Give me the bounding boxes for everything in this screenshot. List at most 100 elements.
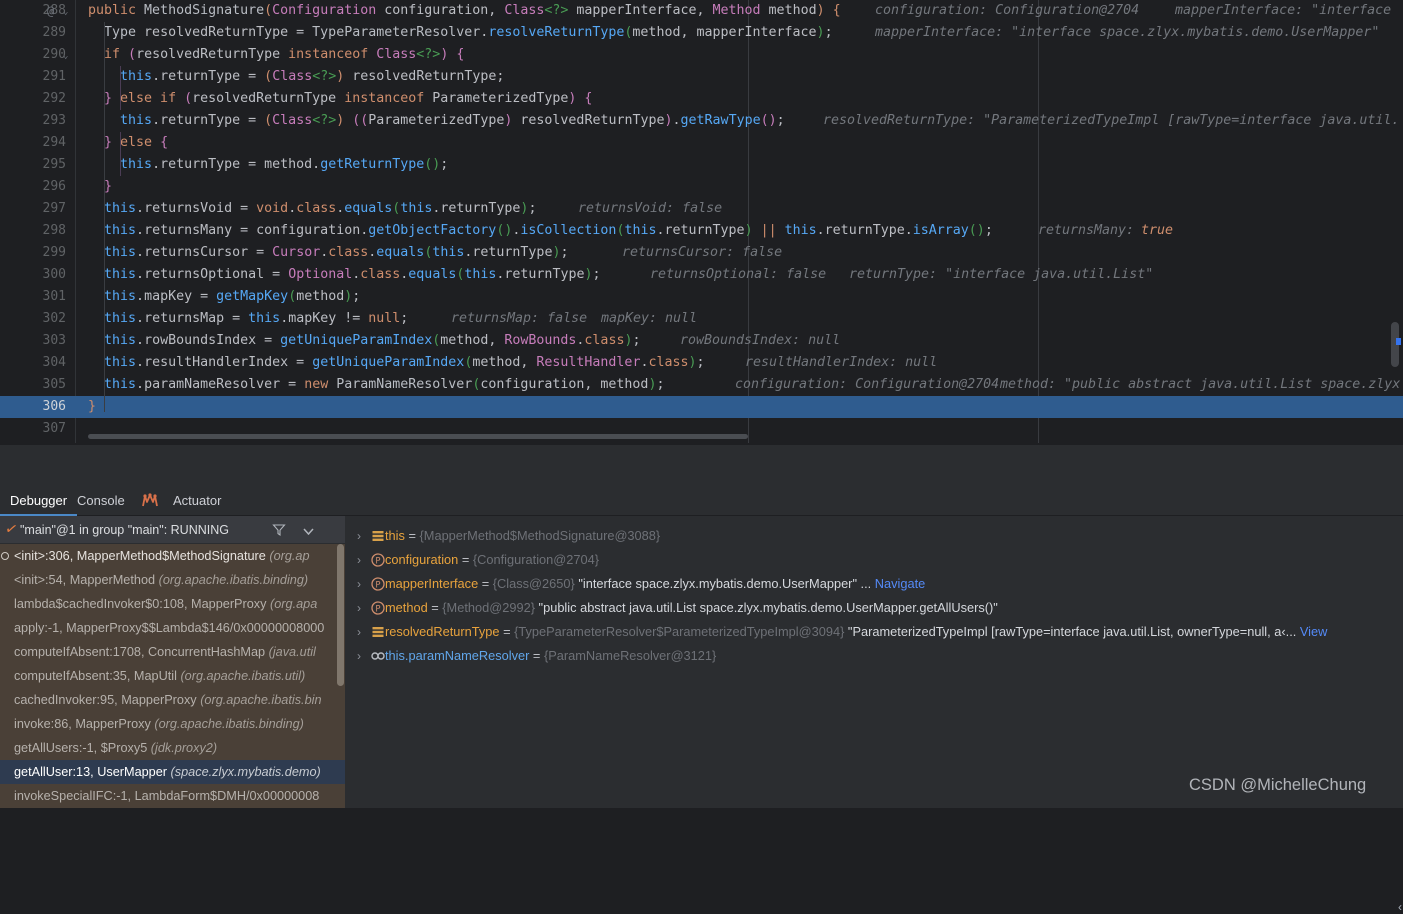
tab-actuator-label: Actuator bbox=[173, 493, 222, 508]
line-number: 305 bbox=[42, 377, 66, 392]
line-number: 292 bbox=[42, 91, 66, 106]
code-line[interactable]: 294 } else { bbox=[0, 132, 1403, 154]
frame-item[interactable]: apply:-1, MapperProxy$$Lambda$146/0x0000… bbox=[0, 616, 345, 640]
variable-row[interactable]: › this = {MapperMethod$MethodSignature@30… bbox=[347, 524, 1403, 548]
variable-row[interactable]: › this.paramNameResolver = {ParamNameReso… bbox=[347, 644, 1403, 668]
line-number: 291 bbox=[42, 69, 66, 84]
code-text: Type resolvedReturnType = TypeParameterR… bbox=[104, 25, 833, 40]
variable-reference: {TypeParameterResolver$ParameterizedType… bbox=[514, 624, 845, 639]
code-text: } else if (resolvedReturnType instanceof… bbox=[104, 91, 593, 106]
frame-item[interactable]: <init>:54, MapperMethod (org.apache.ibat… bbox=[0, 568, 345, 592]
code-line[interactable]: 302 this.returnsMap = this.mapKey != nul… bbox=[0, 308, 1403, 330]
tab-debugger-label: Debugger bbox=[10, 493, 68, 508]
code-line[interactable]: 303 this.rowBoundsIndex = getUniqueParam… bbox=[0, 330, 1403, 352]
thread-selector[interactable]: ✓ "main"@1 in group "main": RUNNING bbox=[0, 516, 345, 544]
frame-method: invokeSpecialIFC:-1, LambdaForm$DMH/0x00… bbox=[14, 789, 320, 803]
variable-value: "public abstract java.util.List space.zl… bbox=[534, 600, 998, 615]
actuator-icon bbox=[142, 493, 158, 507]
tab-debugger[interactable]: Debugger bbox=[0, 485, 78, 516]
frame-item[interactable]: computeIfAbsent:1708, ConcurrentHashMap … bbox=[0, 640, 345, 664]
inline-debug-hint: returnsOptional: false bbox=[650, 267, 827, 282]
expand-chevron-icon[interactable]: › bbox=[357, 524, 361, 548]
variable-row[interactable]: › Pmethod = {Method@2992} "public abstrac… bbox=[347, 596, 1403, 620]
fold-chevron-icon[interactable]: ⌄ bbox=[63, 1, 68, 23]
code-line[interactable]: 305 this.paramNameResolver = new ParamNa… bbox=[0, 374, 1403, 396]
filter-icon[interactable] bbox=[272, 523, 286, 537]
frame-package: (java.util bbox=[268, 645, 316, 659]
expand-chevron-icon[interactable]: › bbox=[357, 644, 361, 668]
code-line[interactable]: 293 this.returnType = (Class<?>) ((Param… bbox=[0, 110, 1403, 132]
frames-list[interactable]: <init>:306, MapperMethod$MethodSignature… bbox=[0, 544, 345, 808]
tab-actuator[interactable]: Actuator bbox=[163, 485, 231, 516]
code-line[interactable]: 297 this.returnsVoid = void.class.equals… bbox=[0, 198, 1403, 220]
variable-reference: {ParamNameResolver@3121} bbox=[543, 648, 717, 663]
variable-row[interactable]: › Pconfiguration = {Configuration@2704} bbox=[347, 548, 1403, 572]
frame-method: getAllUser:13, UserMapper bbox=[14, 765, 171, 779]
inline-debug-hint: resolvedReturnType: "ParameterizedTypeIm… bbox=[823, 113, 1400, 128]
expand-chevron-icon[interactable]: › bbox=[357, 572, 361, 596]
code-line[interactable]: 301 this.mapKey = getMapKey(method); bbox=[0, 286, 1403, 308]
code-line[interactable]: 300 this.returnsOptional = Optional.clas… bbox=[0, 264, 1403, 286]
tab-console-label: Console bbox=[77, 493, 125, 508]
code-line[interactable]: 290 ⌄ if (resolvedReturnType instanceof C… bbox=[0, 44, 1403, 66]
variable-action-link[interactable]: View bbox=[1296, 624, 1328, 639]
frame-item[interactable]: <init>:306, MapperMethod$MethodSignature… bbox=[0, 544, 345, 568]
inline-debug-hint: returnType: "interface java.util.List" bbox=[849, 267, 1154, 282]
code-line[interactable]: 291 this.returnType = (Class<?>) resolve… bbox=[0, 66, 1403, 88]
collapse-chevron-icon[interactable]: ‹ bbox=[1398, 900, 1403, 914]
annotation-gutter-icon[interactable]: @ bbox=[47, 0, 54, 22]
inline-debug-hint: returnsVoid: false bbox=[578, 201, 723, 216]
code-lines[interactable]: 288 @ ⌄ public MethodSignature(Configuratio… bbox=[0, 0, 1403, 440]
code-text: this.resultHandlerIndex = getUniqueParam… bbox=[104, 355, 705, 370]
code-text: } bbox=[104, 179, 113, 194]
watermark: CSDN @MichelleChung bbox=[1189, 776, 1367, 794]
code-editor[interactable]: 288 @ ⌄ public MethodSignature(Configuratio… bbox=[0, 0, 1403, 443]
frame-method: apply:-1, MapperProxy$$Lambda$146/0x0000… bbox=[14, 621, 325, 635]
frame-method: lambda$cachedInvoker$0:108, MapperProxy bbox=[14, 597, 271, 611]
field-icon bbox=[372, 531, 384, 541]
variable-name: configuration bbox=[385, 552, 459, 567]
indent-guide bbox=[104, 22, 105, 412]
code-line[interactable]: 295 this.returnType = method.getReturnTy… bbox=[0, 154, 1403, 176]
code-line[interactable]: 304 this.resultHandlerIndex = getUniqueP… bbox=[0, 352, 1403, 374]
expand-chevron-icon[interactable]: › bbox=[357, 596, 361, 620]
frame-item[interactable]: lambda$cachedInvoker$0:108, MapperProxy … bbox=[0, 592, 345, 616]
expand-chevron-icon[interactable]: › bbox=[357, 548, 361, 572]
editor-horizontal-scrollbar[interactable] bbox=[88, 434, 748, 439]
frame-package: (org.apa bbox=[270, 597, 318, 611]
code-text: this.returnsMap = this.mapKey != null; bbox=[104, 311, 409, 326]
variable-row[interactable]: › PmapperInterface = {Class@2650} "interf… bbox=[347, 572, 1403, 596]
chevron-down-icon[interactable] bbox=[303, 528, 314, 535]
frame-item[interactable]: getAllUsers:-1, $Proxy5 (jdk.proxy2) bbox=[0, 736, 345, 760]
frame-method: invoke:86, MapperProxy bbox=[14, 717, 155, 731]
variables-panel[interactable]: › this = {MapperMethod$MethodSignature@30… bbox=[347, 516, 1403, 808]
frame-item[interactable]: cachedInvoker:95, MapperProxy (org.apach… bbox=[0, 688, 345, 712]
expand-chevron-icon[interactable]: › bbox=[357, 620, 361, 644]
code-line[interactable]: 296 } bbox=[0, 176, 1403, 198]
frame-item[interactable]: invoke:86, MapperProxy (org.apache.ibati… bbox=[0, 712, 345, 736]
code-line[interactable]: 299 this.returnsCursor = Cursor.class.eq… bbox=[0, 242, 1403, 264]
code-line[interactable]: 292 } else if (resolvedReturnType instan… bbox=[0, 88, 1403, 110]
inline-debug-hint: configuration: Configuration@2704 bbox=[875, 3, 1140, 18]
variable-row[interactable]: › resolvedReturnType = {TypeParameterReso… bbox=[347, 620, 1403, 644]
tab-console[interactable]: Console bbox=[67, 485, 135, 516]
frame-item[interactable]: getAllUser:13, UserMapper (space.zlyx.my… bbox=[0, 760, 345, 784]
variable-action-link[interactable]: Navigate bbox=[871, 576, 926, 591]
code-line[interactable]: 288 @ ⌄ public MethodSignature(Configuratio… bbox=[0, 0, 1403, 22]
inline-debug-hint: mapKey: null bbox=[601, 311, 698, 326]
code-text: this.returnType = (Class<?>) ((Parameter… bbox=[120, 113, 785, 128]
code-line[interactable]: 306} bbox=[0, 396, 1403, 418]
code-line[interactable]: 289 Type resolvedReturnType = TypeParame… bbox=[0, 22, 1403, 44]
fold-chevron-icon[interactable]: ⌄ bbox=[63, 45, 68, 67]
line-number: 289 bbox=[42, 25, 66, 40]
parameter-icon: P bbox=[371, 601, 385, 615]
variable-equals: = bbox=[478, 576, 493, 591]
line-number: 300 bbox=[42, 267, 66, 282]
frame-item[interactable]: computeIfAbsent:35, MapUtil (org.apache.… bbox=[0, 664, 345, 688]
variable-name: method bbox=[385, 600, 428, 615]
code-line[interactable]: 298 this.returnsMany = configuration.get… bbox=[0, 220, 1403, 242]
code-text: public MethodSignature(Configuration con… bbox=[88, 3, 841, 18]
inline-debug-hint: configuration: Configuration@2704 bbox=[735, 377, 1000, 392]
frame-package: (org.ap bbox=[269, 549, 310, 563]
frame-item[interactable]: invokeSpecialIFC:-1, LambdaForm$DMH/0x00… bbox=[0, 784, 345, 808]
